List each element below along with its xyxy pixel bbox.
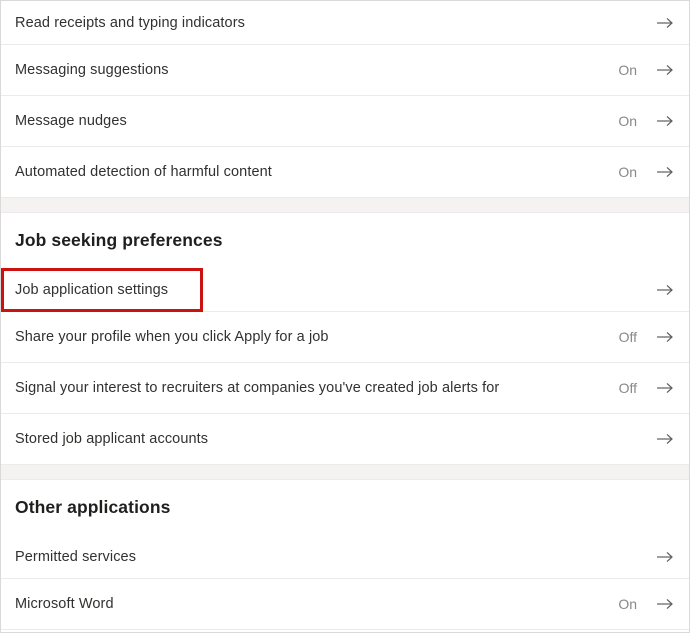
- settings-row-value: On: [618, 113, 637, 129]
- settings-row-value: On: [618, 164, 637, 180]
- settings-screen: Read receipts and typing indicators Mess…: [0, 0, 690, 633]
- arrow-right-icon[interactable]: [655, 429, 675, 449]
- settings-row-read-receipts[interactable]: Read receipts and typing indicators: [1, 1, 689, 45]
- settings-row-message-nudges[interactable]: Message nudges On: [1, 96, 689, 147]
- settings-row-label: Share your profile when you click Apply …: [15, 329, 329, 345]
- section-heading-job-seeking: Job seeking preferences: [1, 213, 689, 268]
- arrow-right-icon[interactable]: [655, 162, 675, 182]
- settings-section-other-applications: Permitted services Microsoft Word On: [1, 535, 689, 630]
- settings-row-label: Message nudges: [15, 113, 127, 129]
- settings-row-messaging-suggestions[interactable]: Messaging suggestions On: [1, 45, 689, 96]
- settings-row-label: Messaging suggestions: [15, 62, 169, 78]
- section-separator-band: [1, 465, 689, 480]
- settings-row-label: Stored job applicant accounts: [15, 431, 209, 447]
- settings-row-job-application-settings[interactable]: Job application settings: [1, 268, 689, 312]
- settings-row-label: Read receipts and typing indicators: [15, 14, 245, 31]
- arrow-right-icon[interactable]: [655, 13, 675, 33]
- arrow-right-icon[interactable]: [655, 280, 675, 300]
- settings-row-signal-interest-to-recruiters[interactable]: Signal your interest to recruiters at co…: [1, 363, 689, 414]
- arrow-right-icon[interactable]: [655, 111, 675, 131]
- settings-row-label: Automated detection of harmful content: [15, 164, 272, 180]
- settings-row-label: Job application settings: [15, 281, 169, 298]
- settings-row-value: On: [618, 596, 637, 612]
- settings-section-job-seeking: Job application settings Share your prof…: [1, 268, 689, 465]
- settings-row-label: Signal your interest to recruiters at co…: [15, 380, 500, 396]
- settings-row-microsoft-word[interactable]: Microsoft Word On: [1, 579, 689, 630]
- settings-row-harmful-content-detection[interactable]: Automated detection of harmful content O…: [1, 147, 689, 198]
- arrow-right-icon[interactable]: [655, 327, 675, 347]
- arrow-right-icon[interactable]: [655, 378, 675, 398]
- section-separator-band: [1, 198, 689, 213]
- settings-row-label: Microsoft Word: [15, 596, 114, 612]
- arrow-right-icon[interactable]: [655, 594, 675, 614]
- settings-row-value: Off: [618, 329, 637, 345]
- settings-row-permitted-services[interactable]: Permitted services: [1, 535, 689, 579]
- settings-row-value: On: [618, 62, 637, 78]
- settings-row-value: Off: [618, 380, 637, 396]
- arrow-right-icon[interactable]: [655, 60, 675, 80]
- settings-row-label: Permitted services: [15, 548, 137, 565]
- settings-row-share-profile-on-apply[interactable]: Share your profile when you click Apply …: [1, 312, 689, 363]
- settings-row-stored-job-applicant-accounts[interactable]: Stored job applicant accounts: [1, 414, 689, 465]
- section-heading-other-applications: Other applications: [1, 480, 689, 535]
- arrow-right-icon[interactable]: [655, 547, 675, 567]
- settings-section-messaging: Read receipts and typing indicators Mess…: [1, 1, 689, 198]
